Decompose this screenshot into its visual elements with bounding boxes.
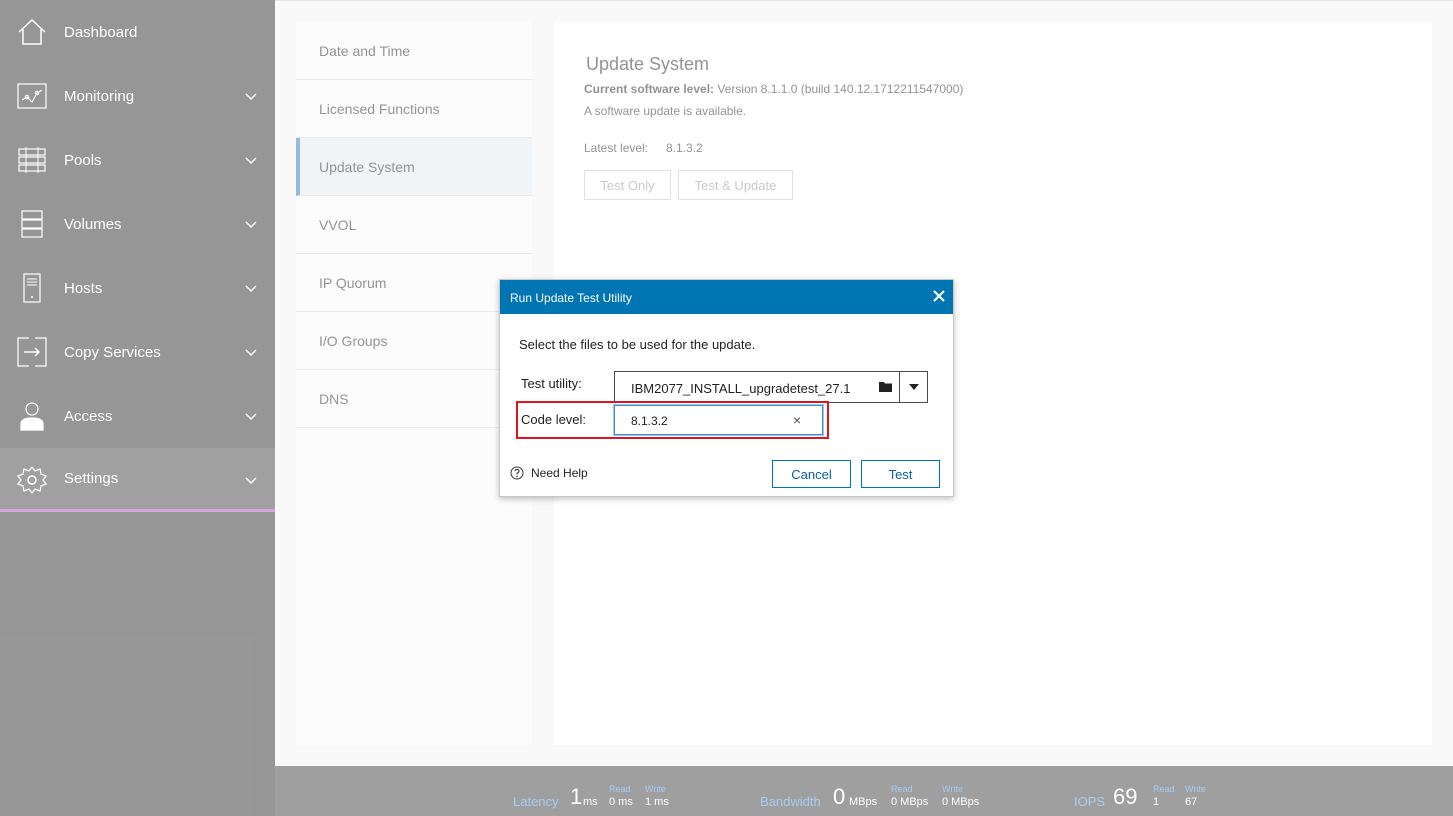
test-utility-filename: IBM2077_INSTALL_upgradetest_27.1: [631, 381, 851, 396]
need-help-link[interactable]: Need Help: [531, 466, 588, 480]
test-utility-file-field[interactable]: IBM2077_INSTALL_upgradetest_27.1: [614, 371, 928, 403]
caret-down-icon[interactable]: [909, 384, 919, 390]
dialog-header: Run Update Test Utility: [500, 280, 953, 314]
close-icon[interactable]: [932, 289, 946, 303]
help-icon[interactable]: [510, 466, 524, 480]
code-level-label: Code level:: [521, 412, 587, 427]
cancel-button[interactable]: Cancel: [772, 460, 851, 488]
test-utility-label: Test utility:: [521, 376, 582, 391]
run-update-test-utility-dialog: Run Update Test Utility Select the files…: [499, 279, 954, 497]
code-level-input[interactable]: [631, 413, 781, 429]
field-divider: [899, 372, 900, 402]
dialog-prompt: Select the files to be used for the upda…: [519, 337, 756, 352]
test-button[interactable]: Test: [861, 460, 940, 488]
folder-icon[interactable]: [879, 381, 892, 392]
code-level-field[interactable]: ×: [613, 404, 824, 436]
dialog-title: Run Update Test Utility: [510, 291, 632, 305]
clear-input-icon[interactable]: ×: [793, 412, 801, 428]
